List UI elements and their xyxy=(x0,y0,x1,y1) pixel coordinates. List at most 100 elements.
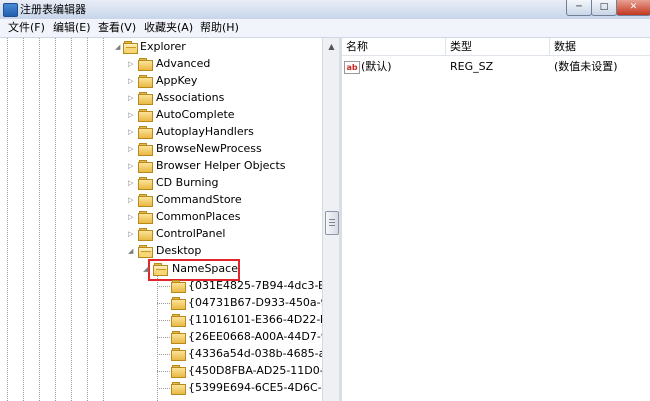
menu-view[interactable]: 查看(V) xyxy=(98,21,136,35)
folder-icon xyxy=(171,297,186,310)
tree-item-label: AutoComplete xyxy=(156,108,235,121)
expand-arrow-icon[interactable]: ▷ xyxy=(128,145,133,153)
expand-arrow-icon[interactable]: ▷ xyxy=(128,77,133,85)
folder-icon xyxy=(138,75,153,88)
tree-item-label: Explorer xyxy=(140,40,186,53)
tree-item-label: Advanced xyxy=(156,57,211,70)
menu-favorites[interactable]: 收藏夹(A) xyxy=(144,21,193,35)
tree-item-autocomplete[interactable]: ▷ AutoComplete xyxy=(0,106,322,123)
scrollbar-thumb[interactable] xyxy=(325,211,339,235)
folder-icon xyxy=(171,331,186,344)
menu-file[interactable]: 文件(F) xyxy=(8,21,45,35)
tree-item-label: Desktop xyxy=(156,244,202,257)
tree-item-commonplaces[interactable]: ▷ CommonPlaces xyxy=(0,208,322,225)
tree-item-commandstore[interactable]: ▷ CommandStore xyxy=(0,191,322,208)
folder-open-icon xyxy=(123,41,138,54)
folder-open-icon xyxy=(138,245,153,258)
folder-icon xyxy=(138,228,153,241)
expand-arrow-icon[interactable]: ▷ xyxy=(128,230,133,238)
folder-icon xyxy=(138,177,153,190)
grip-line xyxy=(329,225,335,226)
folder-open-icon xyxy=(153,263,168,276)
tree-scrollbar[interactable]: ▲ xyxy=(322,38,340,401)
tree-item-browsenewprocess[interactable]: ▷ BrowseNewProcess xyxy=(0,140,322,157)
collapse-arrow-icon[interactable]: ◢ xyxy=(115,43,120,51)
tree-item-label: NameSpace xyxy=(172,262,238,275)
tree-item-label: BrowseNewProcess xyxy=(156,142,262,155)
tree-item-guid[interactable]: {04731B67-D933-450a-90E xyxy=(0,294,322,311)
expand-arrow-icon[interactable]: ▷ xyxy=(128,162,133,170)
values-list[interactable]: 名称 类型 数据 ab (默认) REG_SZ (数值未设置) xyxy=(342,38,650,401)
tree-item-appkey[interactable]: ▷ AppKey xyxy=(0,72,322,89)
tree-item-label: Browser Helper Objects xyxy=(156,159,286,172)
tree-item-guid[interactable]: {031E4825-7B94-4dc3-B13 xyxy=(0,277,322,294)
minimize-button[interactable]: ─ xyxy=(566,0,592,16)
collapse-arrow-icon[interactable]: ◢ xyxy=(143,265,148,273)
tree-item-label: {5399E694-6CE5-4D6C-8FC xyxy=(188,381,322,394)
tree-item-guid[interactable]: {11016101-E366-4D22-BCC xyxy=(0,311,322,328)
tree-item-label: ControlPanel xyxy=(156,227,226,240)
folder-icon xyxy=(138,109,153,122)
regedit-app-icon xyxy=(3,3,18,17)
folder-icon xyxy=(138,143,153,156)
grip-line xyxy=(329,222,335,223)
menu-edit[interactable]: 编辑(E) xyxy=(53,21,91,35)
column-header-data[interactable]: 数据 xyxy=(550,38,650,56)
menu-bar: 文件(F) 编辑(E) 查看(V) 收藏夹(A) 帮助(H) xyxy=(0,19,650,38)
tree-item-advanced[interactable]: ▷ Advanced xyxy=(0,55,322,72)
tree-item-autoplayhandlers[interactable]: ▷ AutoplayHandlers xyxy=(0,123,322,140)
menu-help[interactable]: 帮助(H) xyxy=(200,21,239,35)
maximize-button[interactable]: □ xyxy=(591,0,617,16)
string-value-icon: ab xyxy=(344,61,360,74)
tree-item-label: Associations xyxy=(156,91,225,104)
tree-item-label: {04731B67-D933-450a-90E xyxy=(188,296,322,309)
close-button[interactable]: ✕ xyxy=(616,0,650,16)
folder-icon xyxy=(138,92,153,105)
folder-icon xyxy=(138,126,153,139)
tree-item-label: CommonPlaces xyxy=(156,210,241,223)
value-type: REG_SZ xyxy=(450,60,494,73)
tree-item-browser-helper-objects[interactable]: ▷ Browser Helper Objects xyxy=(0,157,322,174)
tree-item-label: {11016101-E366-4D22-BCC xyxy=(188,313,322,326)
registry-tree[interactable]: ◢ Explorer ▷ Advanced ▷ AppKey ▷ Associa… xyxy=(0,38,323,401)
folder-icon xyxy=(171,280,186,293)
expand-arrow-icon[interactable]: ▷ xyxy=(128,94,133,102)
folder-icon xyxy=(171,314,186,327)
expand-arrow-icon[interactable]: ▷ xyxy=(128,111,133,119)
tree-item-cd-burning[interactable]: ▷ CD Burning xyxy=(0,174,322,191)
folder-icon xyxy=(138,160,153,173)
column-header-name[interactable]: 名称 xyxy=(342,38,446,56)
tree-item-controlpanel[interactable]: ▷ ControlPanel xyxy=(0,225,322,242)
folder-icon xyxy=(138,58,153,71)
tree-item-label: CommandStore xyxy=(156,193,242,206)
grip-line xyxy=(329,219,335,220)
expand-arrow-icon[interactable]: ▷ xyxy=(128,196,133,204)
tree-item-label: AppKey xyxy=(156,74,198,87)
tree-item-label: {031E4825-7B94-4dc3-B13 xyxy=(188,279,322,292)
column-header-type[interactable]: 类型 xyxy=(446,38,550,56)
expand-arrow-icon[interactable]: ▷ xyxy=(128,213,133,221)
folder-icon xyxy=(171,348,186,361)
tree-item-guid[interactable]: {4336a54d-038b-4685-ab0 xyxy=(0,345,322,362)
tree-item-namespace[interactable]: ◢ NameSpace xyxy=(0,260,322,277)
window-title: 注册表编辑器 xyxy=(20,3,86,16)
value-row[interactable]: ab (默认) REG_SZ (数值未设置) xyxy=(342,58,650,75)
expand-arrow-icon[interactable]: ▷ xyxy=(128,128,133,136)
tree-item-guid[interactable]: {450D8FBA-AD25-11D0-98 xyxy=(0,362,322,379)
tree-item-explorer[interactable]: ◢ Explorer xyxy=(0,38,322,55)
tree-item-label: {4336a54d-038b-4685-ab0 xyxy=(188,347,322,360)
tree-item-desktop[interactable]: ◢ Desktop xyxy=(0,242,322,259)
tree-item-label: CD Burning xyxy=(156,176,219,189)
title-bar: 注册表编辑器 ─ □ ✕ xyxy=(0,0,650,20)
tree-item-guid[interactable]: {5399E694-6CE5-4D6C-8FC xyxy=(0,379,322,396)
value-data: (数值未设置) xyxy=(554,60,618,73)
expand-arrow-icon[interactable]: ▷ xyxy=(128,60,133,68)
folder-icon xyxy=(138,194,153,207)
tree-item-associations[interactable]: ▷ Associations xyxy=(0,89,322,106)
collapse-arrow-icon[interactable]: ◢ xyxy=(128,247,133,255)
expand-arrow-icon[interactable]: ▷ xyxy=(128,179,133,187)
folder-icon xyxy=(171,365,186,378)
scroll-up-arrow-icon[interactable]: ▲ xyxy=(323,38,340,55)
tree-item-label: {450D8FBA-AD25-11D0-98 xyxy=(188,364,323,377)
tree-item-guid[interactable]: {26EE0668-A00A-44D7-937 xyxy=(0,328,322,345)
